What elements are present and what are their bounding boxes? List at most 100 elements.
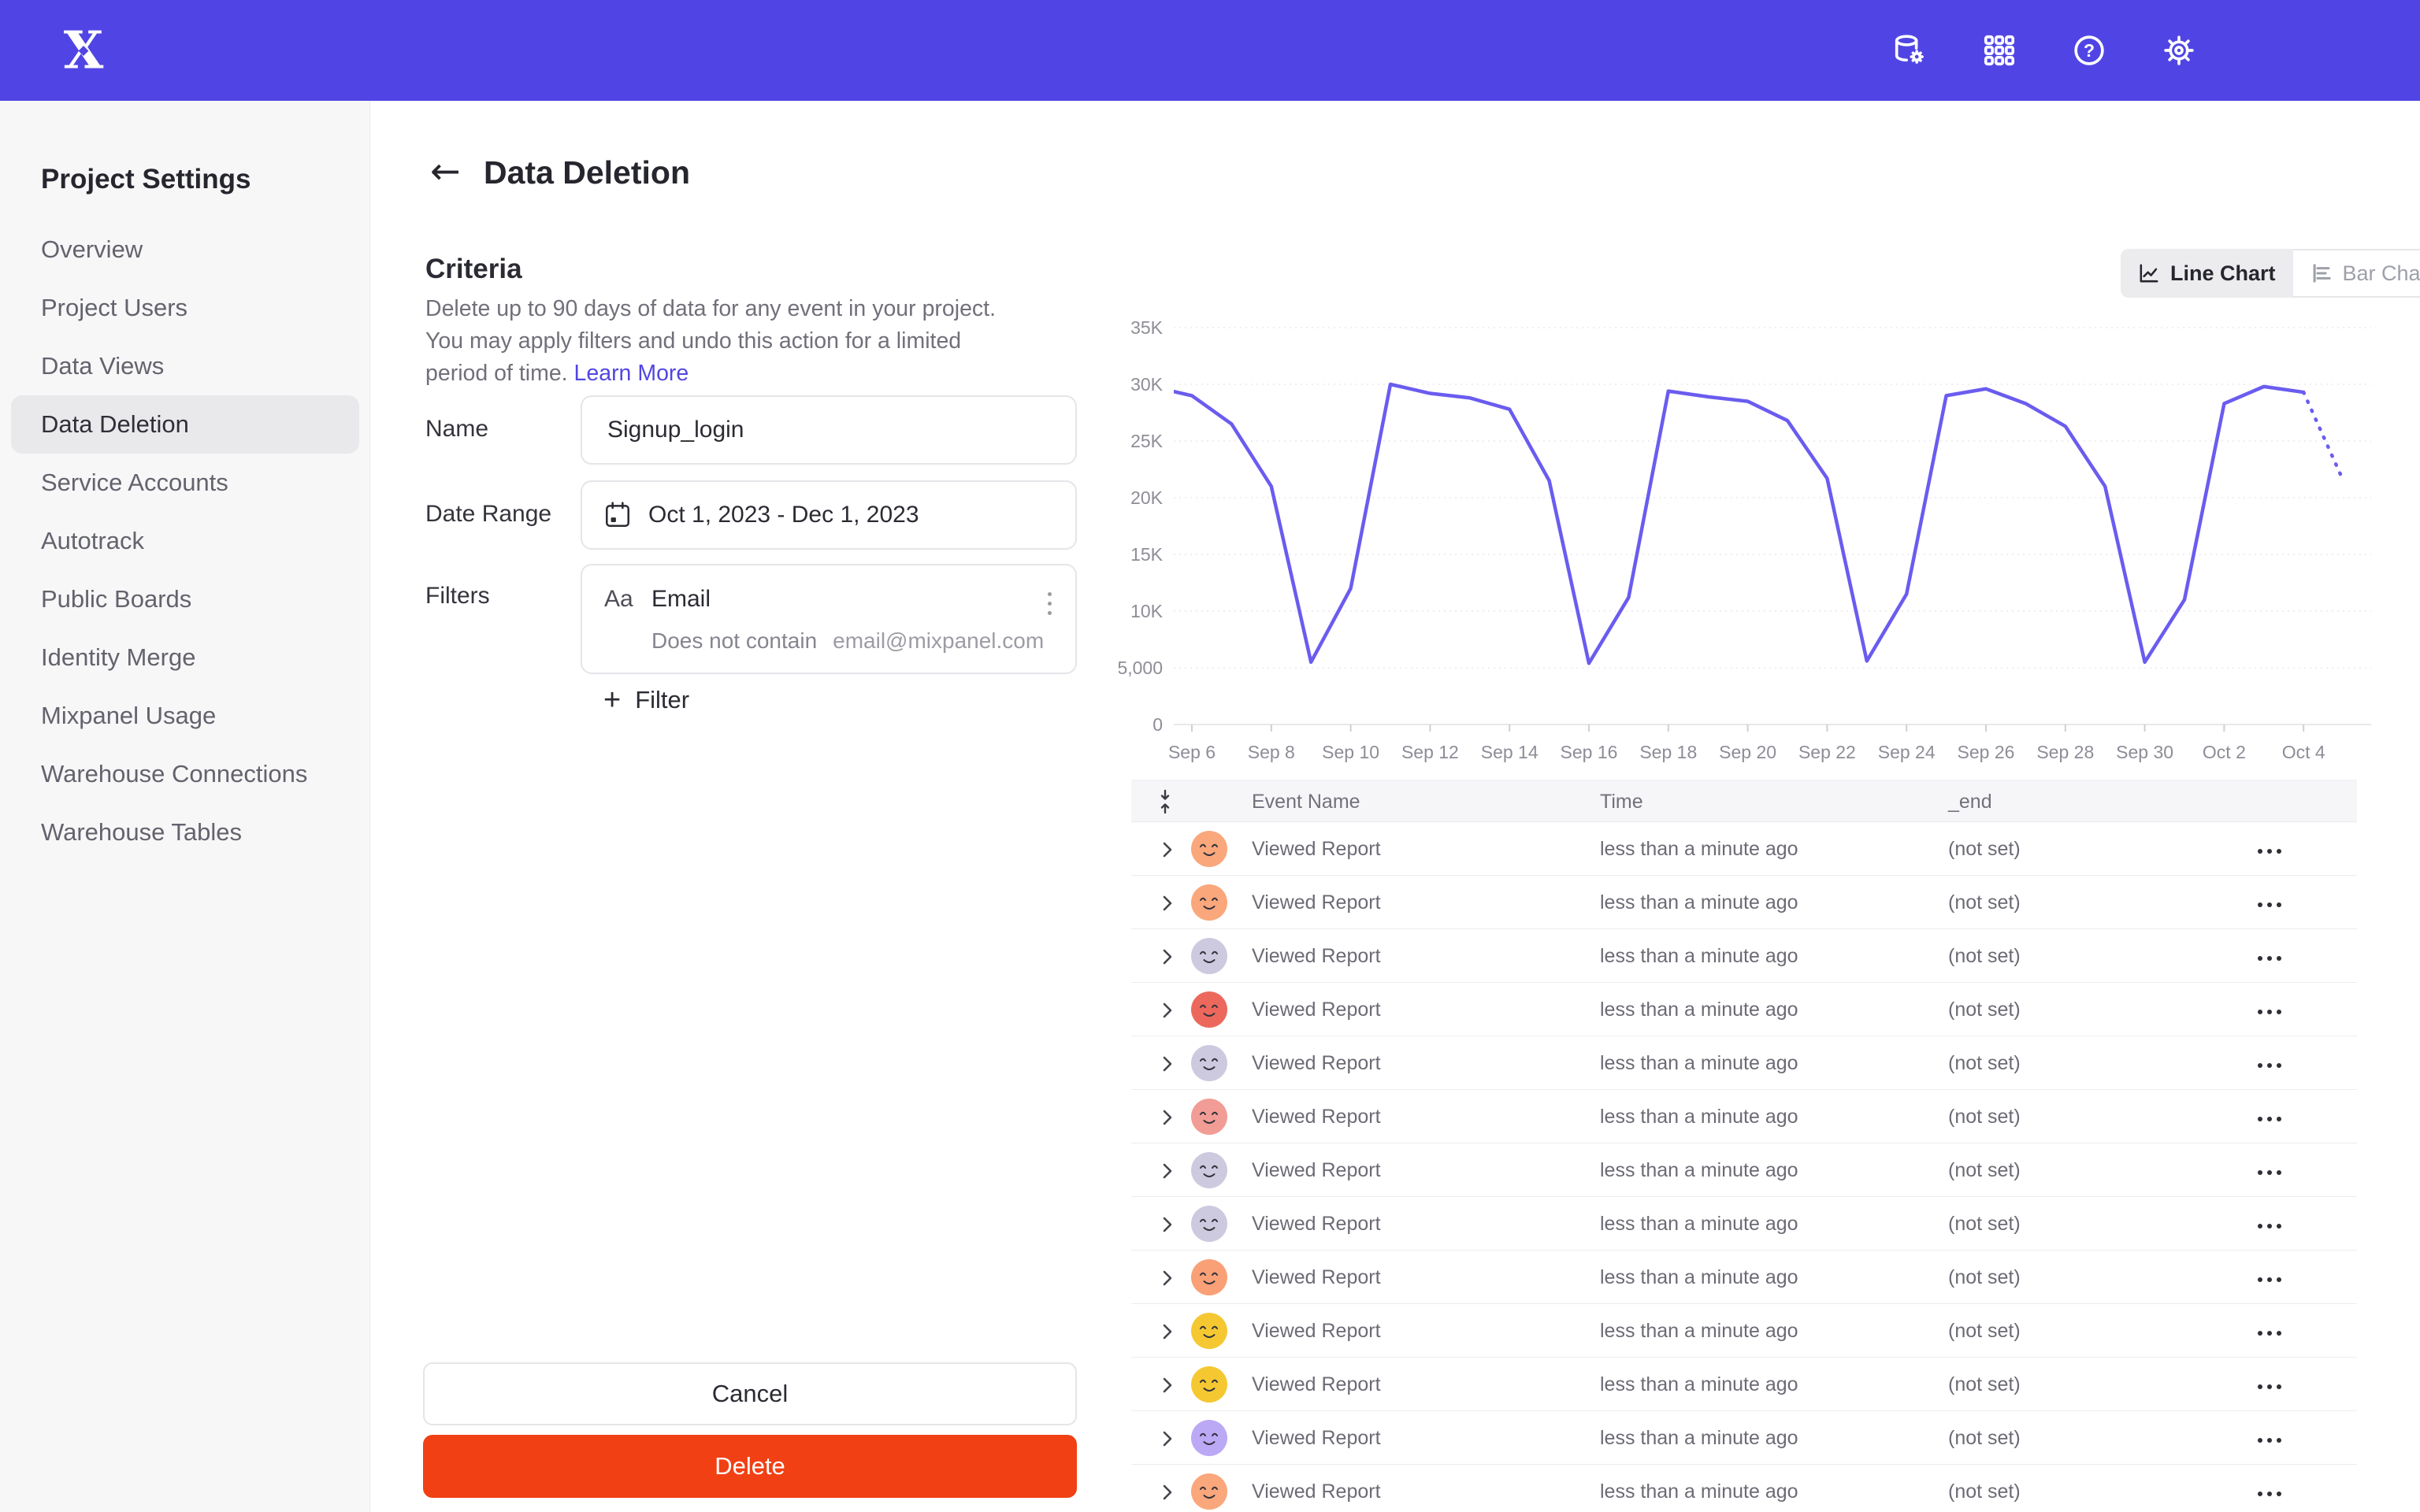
add-filter-button[interactable]: + Filter [603,685,689,715]
avatar [1191,884,1227,921]
time-cell: less than a minute ago [1600,1266,1798,1289]
row-expand-button[interactable] [1161,1162,1174,1184]
sort-button[interactable] [1155,789,1175,818]
table-row[interactable]: Viewed Reportless than a minute ago(not … [1131,983,2357,1036]
row-menu-button[interactable] [2255,1328,2285,1339]
row-menu-button[interactable] [2255,846,2285,857]
row-menu-button[interactable] [2255,1488,2285,1499]
table-row[interactable]: Viewed Reportless than a minute ago(not … [1131,1251,2357,1304]
delete-button[interactable]: Delete [423,1435,1077,1498]
row-menu-button[interactable] [2255,953,2285,964]
row-expand-button[interactable] [1161,1054,1174,1077]
svg-text:Sep 10: Sep 10 [1322,742,1379,762]
row-menu-button[interactable] [2255,1060,2285,1071]
row-menu-button[interactable] [2255,1381,2285,1392]
sidebar-item-service-accounts[interactable]: Service Accounts [0,454,370,512]
back-button[interactable]: ← [430,153,461,189]
sidebar-item-autotrack[interactable]: Autotrack [0,512,370,570]
row-expand-button[interactable] [1161,894,1174,917]
row-menu-button[interactable] [2255,1114,2285,1125]
sidebar-item-public-boards[interactable]: Public Boards [0,570,370,628]
filter-menu-button[interactable] [1045,589,1055,618]
row-menu-button[interactable] [2255,1435,2285,1446]
chevron-right-icon [1161,1269,1174,1288]
table-row[interactable]: Viewed Reportless than a minute ago(not … [1131,1036,2357,1090]
date-range-label: Date Range [425,501,551,528]
bar-chart-toggle-label: Bar Chart [2343,261,2420,286]
bar-chart-toggle[interactable]: Bar Chart [2293,249,2420,298]
svg-text:Sep 22: Sep 22 [1798,742,1856,762]
row-expand-button[interactable] [1161,947,1174,970]
row-expand-button[interactable] [1161,1269,1174,1292]
chevron-right-icon [1161,1483,1174,1502]
topbar-actions: ? [1891,0,2197,101]
sidebar-item-warehouse-connections[interactable]: Warehouse Connections [0,745,370,803]
table-row[interactable]: Viewed Reportless than a minute ago(not … [1131,1304,2357,1358]
column-header-end: _end [1948,791,1992,813]
chevron-right-icon [1161,1001,1174,1020]
date-range-picker[interactable]: Oct 1, 2023 - Dec 1, 2023 [581,480,1077,550]
column-header-event-name: Event Name [1252,791,1360,813]
row-menu-button[interactable] [2255,899,2285,910]
line-chart-icon [2138,262,2160,284]
row-menu-button[interactable] [2255,1006,2285,1017]
table-row[interactable]: Viewed Reportless than a minute ago(not … [1131,876,2357,929]
learn-more-link[interactable]: Learn More [574,361,689,386]
line-chart-toggle[interactable]: Line Chart [2121,249,2293,298]
sidebar-item-project-users[interactable]: Project Users [0,279,370,337]
mixpanel-logo[interactable]: X [57,24,110,77]
row-expand-button[interactable] [1161,840,1174,863]
settings-button[interactable] [2161,32,2197,69]
sidebar-item-data-deletion[interactable]: Data Deletion [11,395,359,454]
svg-text:5,000: 5,000 [1119,658,1163,678]
row-expand-button[interactable] [1161,1001,1174,1024]
row-expand-button[interactable] [1161,1429,1174,1452]
cancel-button[interactable]: Cancel [423,1362,1077,1425]
svg-text:Sep 16: Sep 16 [1561,742,1618,762]
table-body: Viewed Reportless than a minute ago(not … [1131,822,2357,1512]
row-menu-button[interactable] [2255,1274,2285,1285]
filter-condition: Does not contain email@mixpanel.com [651,628,1044,654]
svg-text:Sep 26: Sep 26 [1958,742,2015,762]
avatar [1191,1366,1227,1403]
sidebar-item-warehouse-tables[interactable]: Warehouse Tables [0,803,370,862]
table-row[interactable]: Viewed Reportless than a minute ago(not … [1131,1358,2357,1411]
sidebar-item-mixpanel-usage[interactable]: Mixpanel Usage [0,687,370,745]
help-button[interactable]: ? [2071,32,2107,69]
filter-card[interactable]: Aa Email Does not contain email@mixpanel… [581,564,1077,674]
table-row[interactable]: Viewed Reportless than a minute ago(not … [1131,1411,2357,1465]
data-management-button[interactable] [1891,32,1928,69]
row-expand-button[interactable] [1161,1483,1174,1506]
table-row[interactable]: Viewed Reportless than a minute ago(not … [1131,1143,2357,1197]
apps-grid-icon [1981,32,2017,69]
row-menu-button[interactable] [2255,1167,2285,1178]
svg-text:Sep 28: Sep 28 [2036,742,2094,762]
sidebar-item-overview[interactable]: Overview [0,220,370,279]
svg-text:Sep 12: Sep 12 [1401,742,1459,762]
row-expand-button[interactable] [1161,1215,1174,1238]
time-cell: less than a minute ago [1600,1159,1798,1182]
svg-text:Sep 24: Sep 24 [1878,742,1936,762]
row-expand-button[interactable] [1161,1376,1174,1399]
row-menu-button[interactable] [2255,1221,2285,1232]
sidebar-item-identity-merge[interactable]: Identity Merge [0,628,370,687]
settings-gear-icon [2161,32,2197,69]
table-row[interactable]: Viewed Reportless than a minute ago(not … [1131,929,2357,983]
page-title: Data Deletion [484,154,690,191]
time-cell: less than a minute ago [1600,1320,1798,1343]
sidebar-item-data-views[interactable]: Data Views [0,337,370,395]
row-expand-button[interactable] [1161,1322,1174,1345]
svg-text:Sep 18: Sep 18 [1639,742,1697,762]
time-cell: less than a minute ago [1600,1106,1798,1128]
table-row[interactable]: Viewed Reportless than a minute ago(not … [1131,822,2357,876]
end-cell: (not set) [1948,1373,2021,1396]
avatar [1191,1206,1227,1242]
end-cell: (not set) [1948,1106,2021,1128]
name-input[interactable] [581,395,1077,465]
row-expand-button[interactable] [1161,1108,1174,1131]
table-row[interactable]: Viewed Reportless than a minute ago(not … [1131,1197,2357,1251]
apps-button[interactable] [1981,32,2017,69]
svg-text:Oct 4: Oct 4 [2282,742,2325,762]
table-row[interactable]: Viewed Reportless than a minute ago(not … [1131,1465,2357,1512]
table-row[interactable]: Viewed Reportless than a minute ago(not … [1131,1090,2357,1143]
